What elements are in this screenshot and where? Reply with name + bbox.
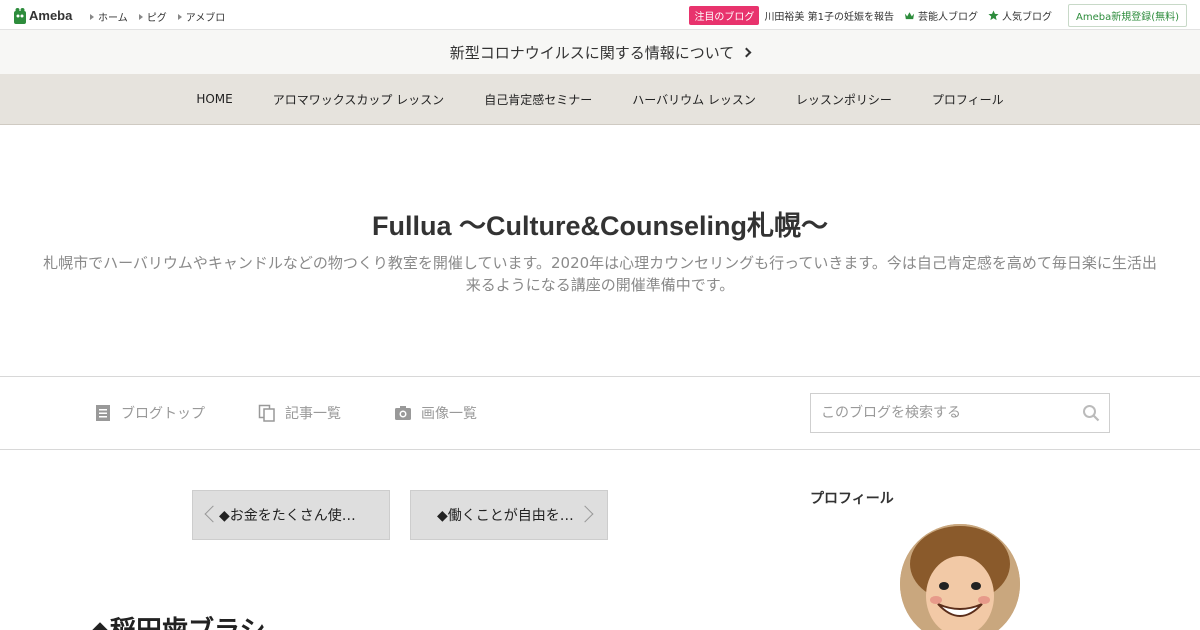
avatar[interactable] xyxy=(900,524,1020,630)
global-nav-ameblo[interactable]: アメブロ xyxy=(177,9,226,24)
popular-blog-link[interactable]: 人気ブログ xyxy=(988,8,1052,23)
blog-description: 札幌市でハーバリウムやキャンドルなどの物つくり教室を開催しています。2020年は… xyxy=(43,254,1157,294)
global-nav-home[interactable]: ホーム xyxy=(90,9,128,24)
celebrity-blog-label: 芸能人ブログ xyxy=(917,11,978,23)
blog-menu-home[interactable]: HOME xyxy=(196,92,232,106)
global-nav: ホーム ピグ アメブロ xyxy=(90,9,236,24)
entry-list-link[interactable]: 記事一覧 xyxy=(258,377,341,449)
global-nav-pigg[interactable]: ピグ xyxy=(138,9,167,24)
celebrity-blog-link[interactable]: 芸能人ブログ xyxy=(904,8,978,23)
header-right: 注目のブログ 川田裕美 第1子の妊娠を報告 芸能人ブログ 人気ブログ Ameba… xyxy=(689,0,1200,30)
triangle-icon xyxy=(90,13,94,20)
next-entry-label: ◆働くことが自由を… xyxy=(437,508,574,524)
global-nav-label: ピグ xyxy=(146,13,167,24)
image-list-link[interactable]: 画像一覧 xyxy=(394,377,477,449)
profile-heading: プロフィール xyxy=(810,491,894,507)
search-icon[interactable] xyxy=(1082,404,1100,422)
entry-title[interactable]: ◆稲田歯ブラシ xyxy=(90,610,265,630)
blog-top-link[interactable]: ブログトップ xyxy=(94,377,205,449)
triangle-icon xyxy=(177,13,182,20)
logo-text: Ameba xyxy=(29,8,73,23)
global-nav-label: ホーム xyxy=(98,13,128,24)
crown-icon xyxy=(904,11,915,19)
blog-search-input[interactable] xyxy=(811,394,1071,432)
blog-menu-profile[interactable]: プロフィール xyxy=(932,91,1004,108)
blog-menu-self-esteem[interactable]: 自己肯定感セミナー xyxy=(484,91,592,108)
prev-entry-label: ◆お金をたくさん使… xyxy=(219,508,356,524)
document-icon xyxy=(96,405,110,421)
blog-tools-bar: ブログトップ 記事一覧 画像一覧 xyxy=(0,376,1200,450)
image-list-label: 画像一覧 xyxy=(421,406,477,422)
blog-menu: HOME アロマワックスカップ レッスン 自己肯定感セミナー ハーバリウム レッ… xyxy=(0,74,1200,125)
avatar-caricature-icon xyxy=(900,524,1020,630)
global-nav-label: アメブロ xyxy=(185,13,226,24)
featured-link[interactable]: 川田裕美 第1子の妊娠を報告 xyxy=(764,8,894,23)
ameba-header-bar: Ameba ホーム ピグ アメブロ 注目のブログ 川田裕美 第1子の妊娠を報告 … xyxy=(0,0,1200,30)
blog-search-box xyxy=(810,393,1110,433)
chevron-right-icon xyxy=(741,47,752,57)
star-icon xyxy=(988,9,999,20)
featured-badge: 注目のブログ xyxy=(689,5,760,25)
blog-menu-policy[interactable]: レッスンポリシー xyxy=(796,91,892,108)
covid-notice-text: 新型コロナウイルスに関する情報について xyxy=(449,43,735,62)
covid-notice-link[interactable]: 新型コロナウイルスに関する情報について xyxy=(0,30,1200,74)
chevron-right-icon xyxy=(576,505,594,523)
entry-list-label: 記事一覧 xyxy=(285,406,341,422)
blog-menu-herbarium[interactable]: ハーバリウム レッスン xyxy=(632,91,756,108)
ameba-logo-icon xyxy=(14,7,26,24)
camera-icon xyxy=(395,406,411,420)
next-entry-button[interactable]: ◆働くことが自由を… xyxy=(410,490,608,540)
popular-blog-label: 人気ブログ xyxy=(1001,11,1052,23)
blog-menu-aroma-wax[interactable]: アロマワックスカップ レッスン xyxy=(273,91,444,108)
prev-entry-button[interactable]: ◆お金をたくさん使… xyxy=(192,490,390,540)
blog-title[interactable]: Fullua ～Culture&Counseling札幌～ xyxy=(0,204,1200,243)
register-button[interactable]: Ameba新規登録(無料) xyxy=(1067,3,1187,27)
blog-top-label: ブログトップ xyxy=(121,406,205,422)
copy-icon xyxy=(258,404,275,422)
ameba-logo[interactable]: Ameba xyxy=(13,6,72,25)
triangle-icon xyxy=(138,13,143,20)
